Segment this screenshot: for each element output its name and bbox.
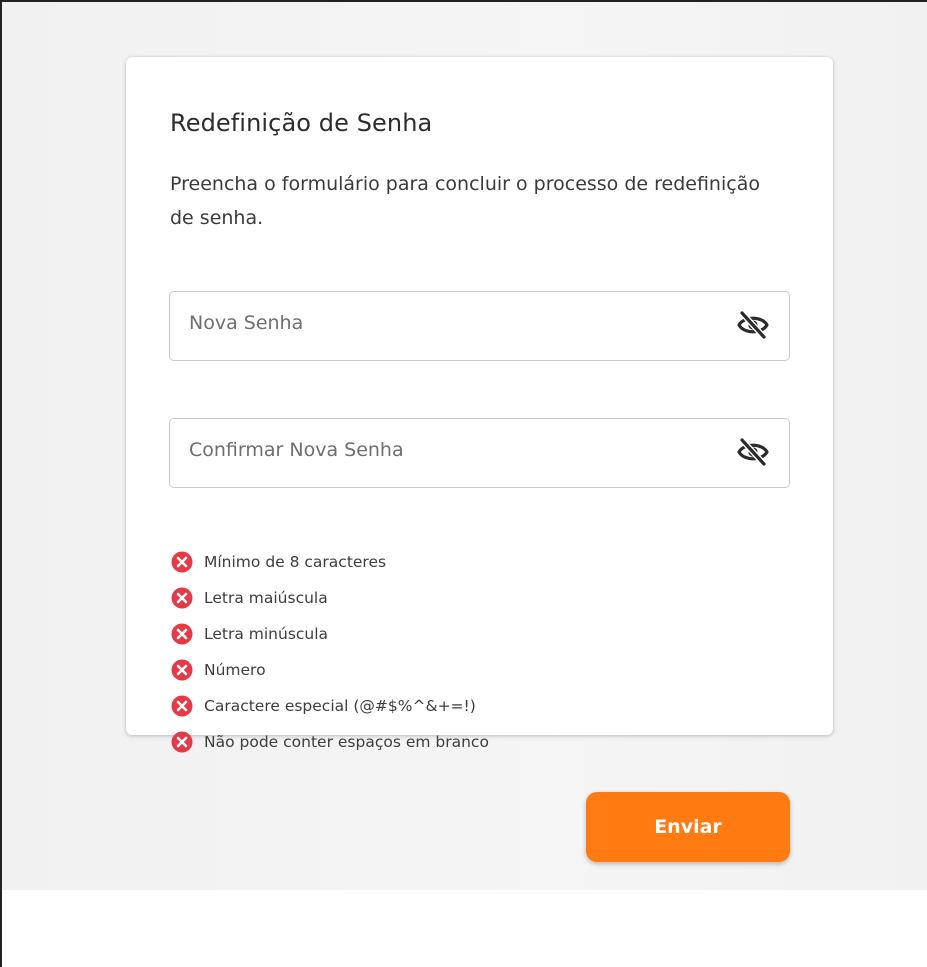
submit-button[interactable]: Enviar xyxy=(586,792,790,862)
error-circle-icon xyxy=(171,551,193,573)
new-password-field xyxy=(169,291,790,361)
form-description: Preencha o formulário para concluir o pr… xyxy=(170,173,760,229)
requirement-label: Não pode conter espaços em branco xyxy=(204,733,489,751)
requirement-item: Mínimo de 8 caracteres xyxy=(171,544,489,580)
password-reset-card: Redefinição de Senha Preencha o formulár… xyxy=(126,57,833,862)
requirement-label: Caractere especial (@#$%^&+=!) xyxy=(204,697,476,715)
new-password-input[interactable] xyxy=(170,292,789,360)
requirement-label: Mínimo de 8 caracteres xyxy=(204,553,387,571)
requirement-item: Letra minúscula xyxy=(171,616,489,652)
error-circle-icon xyxy=(171,587,193,609)
requirement-label: Número xyxy=(204,661,266,679)
confirm-password-field xyxy=(169,418,790,488)
error-circle-icon xyxy=(171,731,193,753)
requirement-item: Letra maiúscula xyxy=(171,580,489,616)
requirement-label: Letra minúscula xyxy=(204,625,329,643)
error-circle-icon xyxy=(171,659,193,681)
password-requirements-list: Mínimo de 8 caracteres Letra maiúscula L… xyxy=(171,544,489,760)
eye-off-icon[interactable] xyxy=(737,438,769,466)
eye-off-icon[interactable] xyxy=(737,311,769,339)
page-title: Redefinição de Senha xyxy=(170,109,433,137)
requirement-item: Não pode conter espaços em branco xyxy=(171,724,489,760)
requirement-label: Letra maiúscula xyxy=(204,589,328,607)
requirement-item: Caractere especial (@#$%^&+=!) xyxy=(171,688,489,724)
error-circle-icon xyxy=(171,695,193,717)
confirm-password-input[interactable] xyxy=(170,419,789,487)
error-circle-icon xyxy=(171,623,193,645)
requirement-item: Número xyxy=(171,652,489,688)
